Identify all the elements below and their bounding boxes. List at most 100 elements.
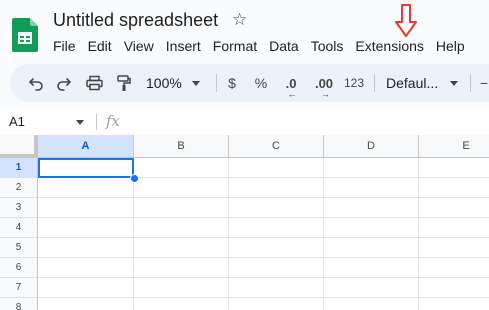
cell-a8[interactable] [38, 298, 134, 310]
cell-a3[interactable] [38, 198, 134, 218]
cell-e7[interactable] [419, 278, 489, 298]
cell-e8[interactable] [419, 298, 489, 310]
row-header-5[interactable]: 5 [0, 238, 38, 258]
paint-format-button[interactable] [114, 64, 134, 102]
google-sheets-window: Untitled spreadsheet ☆ File Edit View In… [0, 0, 489, 310]
cell-d7[interactable] [324, 278, 419, 298]
number-format-label: 123 [343, 76, 365, 90]
cell-a6[interactable] [38, 258, 134, 278]
chevron-down-icon [450, 80, 459, 86]
undo-button[interactable] [26, 64, 46, 102]
cell-e1[interactable] [419, 158, 489, 178]
cell-a7[interactable] [38, 278, 134, 298]
print-button[interactable] [84, 64, 104, 102]
print-icon [85, 75, 103, 91]
menu-edit[interactable]: Edit [82, 36, 118, 56]
cell-b6[interactable] [134, 258, 229, 278]
row-header-3[interactable]: 3 [0, 198, 38, 218]
document-title[interactable]: Untitled spreadsheet [53, 10, 218, 31]
cell-a4[interactable] [38, 218, 134, 238]
currency-format-button[interactable]: $ [224, 64, 240, 102]
font-family-dropdown[interactable]: Defaul... [386, 64, 460, 102]
fill-handle[interactable] [130, 174, 139, 183]
decrease-decimal-button[interactable]: .0 ← [280, 64, 302, 102]
zoom-dropdown[interactable]: 100% [146, 64, 210, 102]
column-header-b[interactable]: B [134, 135, 229, 158]
toolbar: 100% $ % .0 ← .00 → 123 Defaul... − [10, 64, 489, 102]
cell-b3[interactable] [134, 198, 229, 218]
cell-c8[interactable] [229, 298, 324, 310]
cell-c1[interactable] [229, 158, 324, 178]
menu-data[interactable]: Data [263, 36, 305, 56]
paint-format-icon [117, 74, 131, 91]
cell-a5[interactable] [38, 238, 134, 258]
cell-d1[interactable] [324, 158, 419, 178]
menu-format[interactable]: Format [207, 36, 263, 56]
chevron-down-icon[interactable] [76, 120, 84, 125]
menu-bar: File Edit View Insert Format Data Tools … [47, 36, 471, 56]
column-header-d[interactable]: D [324, 135, 419, 158]
cell-c6[interactable] [229, 258, 324, 278]
cell-a2[interactable] [38, 178, 134, 198]
row-header-2[interactable]: 2 [0, 178, 38, 198]
row-header-7[interactable]: 7 [0, 278, 38, 298]
row-header-1[interactable]: 1 [0, 158, 38, 178]
menu-insert[interactable]: Insert [160, 36, 207, 56]
menu-tools[interactable]: Tools [305, 36, 350, 56]
minus-icon: − [479, 75, 489, 91]
active-cell-a1[interactable] [38, 158, 134, 178]
cell-c4[interactable] [229, 218, 324, 238]
font-size-decrease-button[interactable]: − [478, 64, 489, 102]
zoom-value: 100% [146, 75, 182, 91]
undo-icon [29, 78, 43, 91]
name-box[interactable]: A1 [9, 114, 25, 129]
cell-d8[interactable] [324, 298, 419, 310]
row-header-6[interactable]: 6 [0, 258, 38, 278]
cell-b1[interactable] [134, 158, 229, 178]
toolbar-divider [374, 74, 375, 92]
font-family-value: Defaul... [386, 75, 439, 91]
column-header-a[interactable]: A [38, 135, 134, 158]
menu-help[interactable]: Help [430, 36, 471, 56]
column-header-e[interactable]: E [419, 135, 489, 158]
increase-decimal-button[interactable]: .00 → [312, 64, 336, 102]
redo-button[interactable] [54, 64, 74, 102]
spreadsheet-grid: A B C D E 1 2 3 4 5 6 7 8 [0, 135, 489, 310]
cell-b5[interactable] [134, 238, 229, 258]
cell-b7[interactable] [134, 278, 229, 298]
cell-b8[interactable] [134, 298, 229, 310]
cell-e4[interactable] [419, 218, 489, 238]
formula-bar-divider [96, 114, 97, 130]
toolbar-divider [470, 74, 471, 92]
menu-view[interactable]: View [118, 36, 160, 56]
row-header-8[interactable]: 8 [0, 298, 38, 310]
menu-extensions[interactable]: Extensions [349, 36, 429, 56]
cell-c5[interactable] [229, 238, 324, 258]
currency-label: $ [228, 75, 236, 91]
cell-b4[interactable] [134, 218, 229, 238]
cell-d4[interactable] [324, 218, 419, 238]
sheets-logo-icon[interactable] [12, 18, 38, 52]
cell-d6[interactable] [324, 258, 419, 278]
column-header-c[interactable]: C [229, 135, 324, 158]
row-header-4[interactable]: 4 [0, 218, 38, 238]
formula-bar: A1 fx [0, 109, 489, 135]
cell-c2[interactable] [229, 178, 324, 198]
decrease-decimal-label: .0 ← [286, 76, 297, 99]
cell-b2[interactable] [134, 178, 229, 198]
cell-c3[interactable] [229, 198, 324, 218]
cell-e5[interactable] [419, 238, 489, 258]
arrow-left-icon: ← [287, 88, 297, 99]
cell-e2[interactable] [419, 178, 489, 198]
red-arrow-annotation-icon [395, 4, 417, 37]
cell-d3[interactable] [324, 198, 419, 218]
number-format-button[interactable]: 123 [342, 64, 366, 102]
cell-d5[interactable] [324, 238, 419, 258]
star-icon[interactable]: ☆ [232, 11, 247, 28]
cell-e6[interactable] [419, 258, 489, 278]
menu-file[interactable]: File [47, 36, 82, 56]
cell-d2[interactable] [324, 178, 419, 198]
cell-c7[interactable] [229, 278, 324, 298]
percent-format-button[interactable]: % [252, 64, 270, 102]
cell-e3[interactable] [419, 198, 489, 218]
